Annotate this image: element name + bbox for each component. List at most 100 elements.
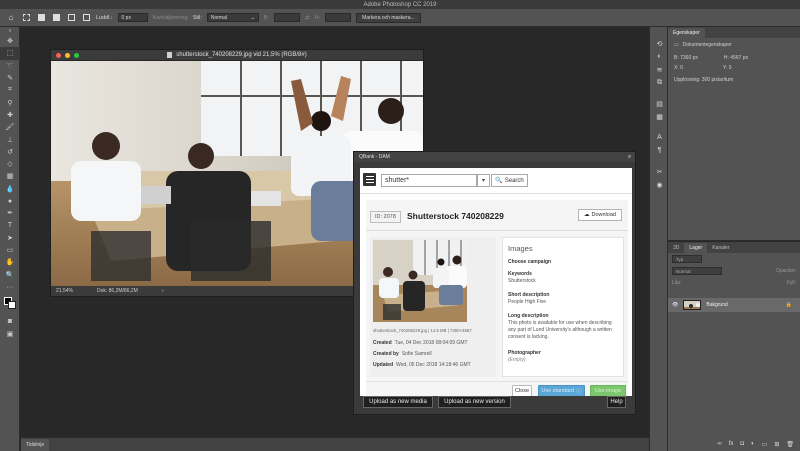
minimize-window-icon[interactable]	[65, 53, 70, 58]
crop-tool-icon[interactable]: ⌗	[0, 84, 20, 96]
maximize-window-icon[interactable]	[74, 53, 79, 58]
height-value[interactable]: H: 4567 px	[724, 55, 748, 61]
quick-select-tool-icon[interactable]: ✎	[0, 72, 20, 84]
gradient-tool-icon[interactable]: ▦	[0, 170, 20, 182]
type-tool-icon[interactable]: T	[0, 219, 20, 231]
subtract-selection-icon[interactable]	[66, 13, 76, 23]
qbank-panel[interactable]: QBank - DAM ≡ shutter* ▾ 🔍 Search ID: 20…	[353, 151, 636, 415]
swatches-panel-icon[interactable]: ▦	[650, 110, 669, 123]
feather-input[interactable]: 0 px	[117, 13, 148, 22]
brush-tool-icon[interactable]: 🖌	[0, 121, 20, 133]
photographer-value[interactable]: (Empty)	[508, 357, 618, 364]
tab-3d[interactable]: 3D	[668, 243, 684, 253]
height-input[interactable]	[325, 13, 352, 22]
history-brush-icon[interactable]: ↺	[0, 146, 20, 158]
layer-kind-filter[interactable]: Typ	[672, 255, 702, 263]
new-group-icon[interactable]: ▭	[762, 441, 768, 448]
delete-layer-icon[interactable]: 🗑	[786, 441, 794, 448]
healing-brush-icon[interactable]: ✚	[0, 109, 20, 121]
width-input[interactable]	[274, 13, 301, 22]
layer-row[interactable]: 👁 Bakgrund 🔒	[668, 298, 800, 312]
pen-tool-icon[interactable]: ✒	[0, 207, 20, 219]
use-image-button[interactable]: Use image	[590, 385, 626, 396]
close-button[interactable]: Close	[512, 385, 532, 396]
close-window-icon[interactable]	[56, 53, 61, 58]
eraser-tool-icon[interactable]: ◇	[0, 158, 20, 170]
tools-settings-icon[interactable]: ✂	[650, 165, 669, 178]
new-selection-icon[interactable]	[36, 13, 46, 23]
asset-thumbnail[interactable]	[373, 240, 467, 322]
upload-new-media-button[interactable]: Upload as new media	[363, 396, 433, 408]
adjustment-layer-icon[interactable]: ◐	[751, 441, 755, 447]
download-button[interactable]: ☁ Download	[578, 209, 622, 221]
libraries-icon[interactable]: ▤	[650, 97, 669, 110]
screen-mode-icon[interactable]: ▣	[0, 328, 20, 340]
move-tool-icon[interactable]: ✥	[0, 35, 20, 47]
width-value[interactable]: B: 7360 px	[674, 55, 698, 61]
styles-icon[interactable]: ◉	[650, 178, 669, 191]
search-dropdown-icon[interactable]: ▾	[477, 174, 490, 187]
zoom-tool-icon[interactable]: 🔍	[0, 269, 20, 281]
brush-settings-icon[interactable]: ≋	[650, 63, 669, 76]
y-value[interactable]: Y: 0	[723, 65, 732, 71]
long-description-value[interactable]: This photo is available for use when des…	[508, 320, 618, 341]
eyedropper-tool-icon[interactable]: ⚲	[0, 96, 20, 108]
lock-icon[interactable]: 🔒	[786, 302, 792, 308]
more-tools-icon[interactable]: ···	[0, 281, 20, 293]
add-mask-icon[interactable]: ◘	[740, 441, 744, 447]
paths-icon[interactable]: ⧉	[650, 76, 669, 89]
choose-campaign-link[interactable]: Choose campaign	[508, 259, 551, 265]
marquee-tool-icon[interactable]: ⬚	[0, 47, 20, 60]
background-color-swatch[interactable]	[8, 301, 16, 310]
tab-properties[interactable]: Egenskaper	[668, 28, 705, 38]
new-layer-icon[interactable]: ⊞	[774, 441, 779, 448]
character-icon[interactable]: A	[650, 131, 669, 144]
short-description-value[interactable]: People High Five	[508, 299, 618, 306]
search-input[interactable]: shutter*	[381, 174, 477, 187]
select-and-mask-button[interactable]: Markera och maskera...	[356, 12, 421, 23]
double-arrow-icon[interactable]: »	[0, 27, 20, 35]
add-to-selection-icon[interactable]	[51, 13, 61, 23]
dodge-tool-icon[interactable]: ●	[0, 195, 20, 207]
quick-mask-icon[interactable]: ◙	[0, 315, 20, 327]
tab-channels[interactable]: Kanaler	[707, 243, 734, 253]
document-properties-heading: ▭ Dokumentegenskaper	[668, 38, 800, 50]
search-button[interactable]: 🔍 Search	[491, 174, 528, 187]
stamp-tool-icon[interactable]: ⊥	[0, 133, 20, 145]
hand-tool-icon[interactable]: ✋	[0, 256, 20, 268]
intersect-selection-icon[interactable]	[81, 13, 91, 23]
style-select[interactable]: Normal ⌄	[206, 13, 259, 22]
help-button[interactable]: Help	[607, 396, 626, 408]
swap-icon[interactable]: ⇄	[305, 15, 310, 21]
upload-new-version-button[interactable]: Upload as new version	[438, 396, 511, 408]
status-menu-icon[interactable]: ›	[162, 288, 164, 294]
panel-menu-icon[interactable]: ≡	[628, 154, 631, 160]
paragraph-icon[interactable]: ¶	[650, 144, 669, 157]
link-layers-icon[interactable]: ∞	[717, 441, 721, 447]
zoom-level[interactable]: 21,54%	[56, 288, 73, 294]
use-standard-button[interactable]: Use standard ⓘ	[538, 385, 585, 396]
marquee-tool-preset-icon[interactable]	[21, 13, 31, 23]
hamburger-menu-icon[interactable]	[363, 173, 376, 186]
tab-layers[interactable]: Lager	[684, 243, 708, 253]
antialias-checkbox[interactable]: Kantutjämning	[153, 15, 188, 21]
blur-tool-icon[interactable]: 💧	[0, 183, 20, 195]
kind-filter-value: Typ	[676, 256, 684, 262]
path-select-icon[interactable]: ➤	[0, 232, 20, 244]
fx-icon[interactable]: fx	[729, 441, 734, 447]
rectangle-tool-icon[interactable]: ▭	[0, 244, 20, 256]
qbank-titlebar[interactable]: QBank - DAM ≡	[354, 152, 635, 162]
lasso-tool-icon[interactable]: ➰	[0, 60, 20, 72]
keywords-value[interactable]: Shutterstock	[508, 278, 618, 285]
document-titlebar[interactable]: shutterstock_740208229.jpg vid 21,5% (RG…	[51, 50, 423, 61]
x-value[interactable]: X: 0	[674, 65, 683, 71]
tab-timeline[interactable]: Tidslinje	[21, 439, 50, 451]
history-icon[interactable]: ⟲	[650, 37, 669, 50]
adjustments-icon[interactable]: ◐	[650, 50, 669, 63]
home-icon[interactable]: ⌂	[6, 13, 16, 23]
opacity-label: Opacitet:	[775, 268, 796, 274]
color-swatches[interactable]	[0, 293, 19, 315]
layer-name[interactable]: Bakgrund	[706, 302, 727, 308]
blend-mode-select[interactable]: Normal	[672, 267, 722, 275]
visibility-eye-icon[interactable]: 👁	[672, 302, 678, 308]
